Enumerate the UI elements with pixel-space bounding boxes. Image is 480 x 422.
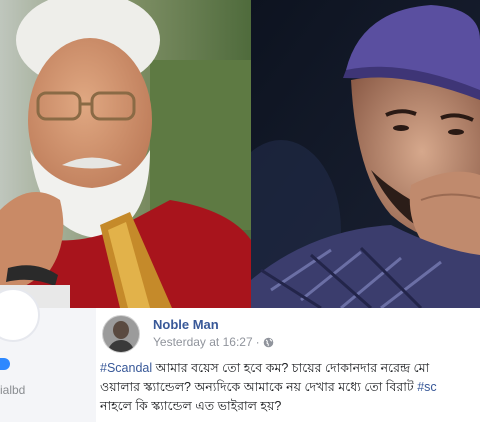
meta-separator: · (255, 335, 260, 349)
post-timestamp-link[interactable]: Yesterday at 16:27 (153, 335, 253, 349)
hashtag-link[interactable]: #Scandal (100, 361, 152, 375)
verified-badge-icon (0, 358, 10, 370)
author-avatar[interactable] (102, 315, 140, 353)
post-text: #Scandal আমার বয়েস তো হবে কম? চায়ের দো… (100, 359, 480, 416)
profile-handle-fragment: ialbd (0, 383, 26, 397)
post-text-line-3: নাহলে কি স্ক্যান্ডেল এত ভাইরাল হয়? (100, 397, 480, 416)
photo-older-man (0, 0, 251, 308)
post-text-line-1: #Scandal আমার বয়েস তো হবে কম? চায়ের দো… (100, 359, 480, 378)
post-text-segment: আমার বয়েস তো হবে কম? চায়ের দোকানদার নর… (152, 361, 430, 375)
author-name-link[interactable]: Noble Man (153, 317, 219, 332)
globe-icon[interactable] (263, 337, 274, 348)
profile-card-fragment: ialbd (0, 288, 97, 422)
post-text-segment: নাহলে কি স্ক্যান্ডেল এত ভাইরাল হয়? (100, 399, 282, 413)
hashtag-link[interactable]: #sc (417, 380, 436, 394)
post-meta: Yesterday at 16:27 · (153, 335, 274, 349)
facebook-post: Noble Man Yesterday at 16:27 · #Scandal … (96, 308, 480, 422)
photo-young-man (251, 0, 480, 308)
post-text-segment: ওয়ালার স্ক্যান্ডেল? অন্যদিকে আমাকে নয় … (100, 380, 418, 394)
post-text-line-2: ওয়ালার স্ক্যান্ডেল? অন্যদিকে আমাকে নয় … (100, 378, 480, 397)
